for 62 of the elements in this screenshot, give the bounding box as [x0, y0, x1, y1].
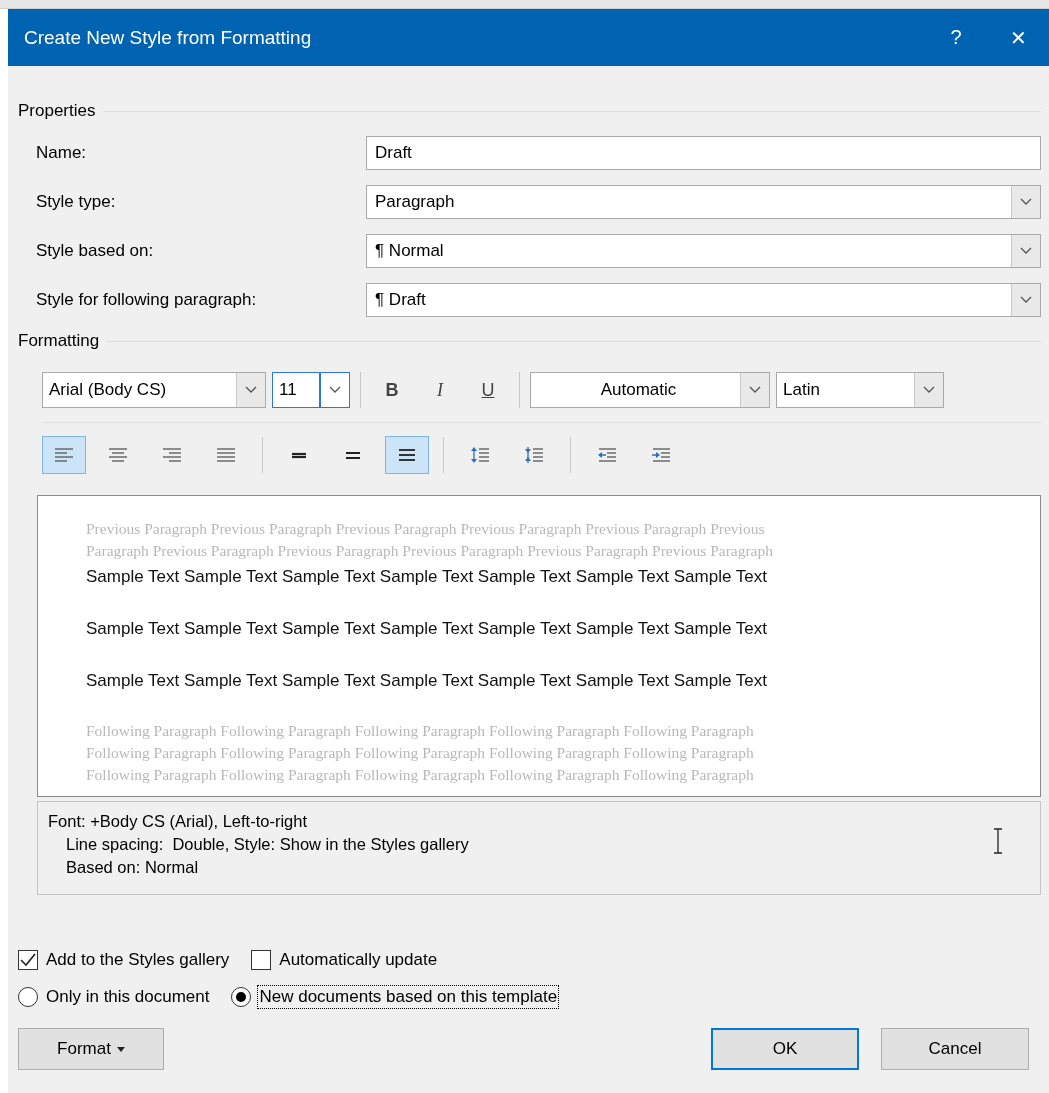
previous-paragraph-text: Paragraph Previous Paragraph Previous Paragraph Previous Paragraph Previous Paragraph Previous Paragraph: [86, 541, 774, 561]
following-paragraph-text: Following Paragraph Following Paragraph Following Paragraph Following Paragraph Following Paragraph: [86, 721, 755, 741]
window-title: Create New Style from Formatting: [24, 26, 313, 49]
checkbox-label: Automatically update: [278, 948, 439, 971]
field-label: Style for following paragraph:: [36, 289, 258, 310]
caret-icon: [116, 1046, 125, 1052]
double-spacing-button[interactable]: [385, 436, 429, 474]
following-paragraph-text: Following Paragraph Following Paragraph Following Paragraph Following Paragraph Following Paragraph: [86, 765, 755, 785]
checkbox[interactable]: [18, 949, 38, 970]
underline-button[interactable]: U: [467, 372, 509, 408]
bold-button[interactable]: B: [371, 372, 413, 408]
space-before-down-icon: [523, 445, 545, 465]
radio-label: Only in this document: [45, 985, 211, 1008]
chevron-down-icon: [749, 386, 761, 394]
field-label: Style type:: [36, 191, 117, 212]
checkbox[interactable]: [251, 949, 272, 970]
previous-paragraph-text: Previous Paragraph Previous Paragraph Previous Paragraph Previous Paragraph Previous Paragraph Previous: [86, 519, 766, 539]
description-text: Line spacing: Double, Style: Show in the Styles gallery: [65, 834, 470, 855]
align-center-icon: [107, 445, 129, 465]
script-dropdown[interactable]: Latin: [776, 372, 944, 408]
description-text: Based on: Normal: [65, 857, 200, 878]
checkmark-icon: [20, 952, 36, 967]
dialog-button[interactable]: OK: [711, 1028, 859, 1070]
field-label: Style based on:: [36, 240, 155, 261]
menu-button[interactable]: Format: [18, 1028, 164, 1070]
chevron-down-icon: [245, 386, 257, 394]
section-heading: Formatting: [18, 331, 100, 351]
radio-button[interactable]: [18, 986, 38, 1007]
chevron-down-icon: [1020, 246, 1032, 255]
indent-decrease-icon: [596, 445, 618, 465]
chevron-down-icon: [329, 386, 341, 394]
dropdown[interactable]: ¶ Draft: [366, 282, 1041, 317]
sample-text: Sample Text Sample Text Sample Text Sample Text Sample Text Sample Text Sample Text: [86, 670, 768, 692]
dropdown[interactable]: Paragraph: [366, 184, 1041, 219]
size-dropdown[interactable]: 11: [272, 372, 350, 408]
description-text: Font: +Body CS (Arial), Left-to-right: [48, 811, 309, 832]
radio-label: New documents based on this template: [257, 984, 560, 1009]
align-right-icon: [161, 445, 183, 465]
sample-text: Sample Text Sample Text Sample Text Sample Text Sample Text Sample Text Sample Text: [86, 566, 768, 588]
checkbox-label: Add to the Styles gallery: [45, 948, 231, 971]
indent-increase-icon: [650, 445, 672, 465]
align-left-icon: [53, 445, 75, 465]
help-button[interactable]: ?: [925, 9, 987, 66]
close-button[interactable]: ✕: [987, 9, 1049, 66]
dialog-button[interactable]: Cancel: [881, 1028, 1029, 1070]
align-left-button[interactable]: [42, 436, 86, 474]
sample-text: Sample Text Sample Text Sample Text Sample Text Sample Text Sample Text Sample Text: [86, 618, 768, 640]
color-dropdown[interactable]: Automatic: [530, 372, 770, 408]
text-cursor-icon: [992, 828, 1004, 854]
text-field[interactable]: Draft: [366, 135, 1041, 170]
following-paragraph-text: Following Paragraph Following Paragraph Following Paragraph Following Paragraph Following Paragraph: [86, 743, 755, 763]
dropdown[interactable]: ¶ Normal: [366, 233, 1041, 268]
radio-button[interactable]: [231, 986, 252, 1007]
space-before-up-icon: [469, 445, 491, 465]
font-dropdown[interactable]: Arial (Body CS): [42, 372, 266, 408]
chevron-down-icon: [923, 386, 935, 394]
chevron-down-icon: [1020, 197, 1032, 206]
italic-button[interactable]: I: [419, 372, 461, 408]
justify-icon: [215, 445, 237, 465]
chevron-down-icon: [1020, 295, 1032, 304]
field-label: Name:: [36, 142, 88, 163]
section-heading: Properties: [18, 101, 96, 121]
